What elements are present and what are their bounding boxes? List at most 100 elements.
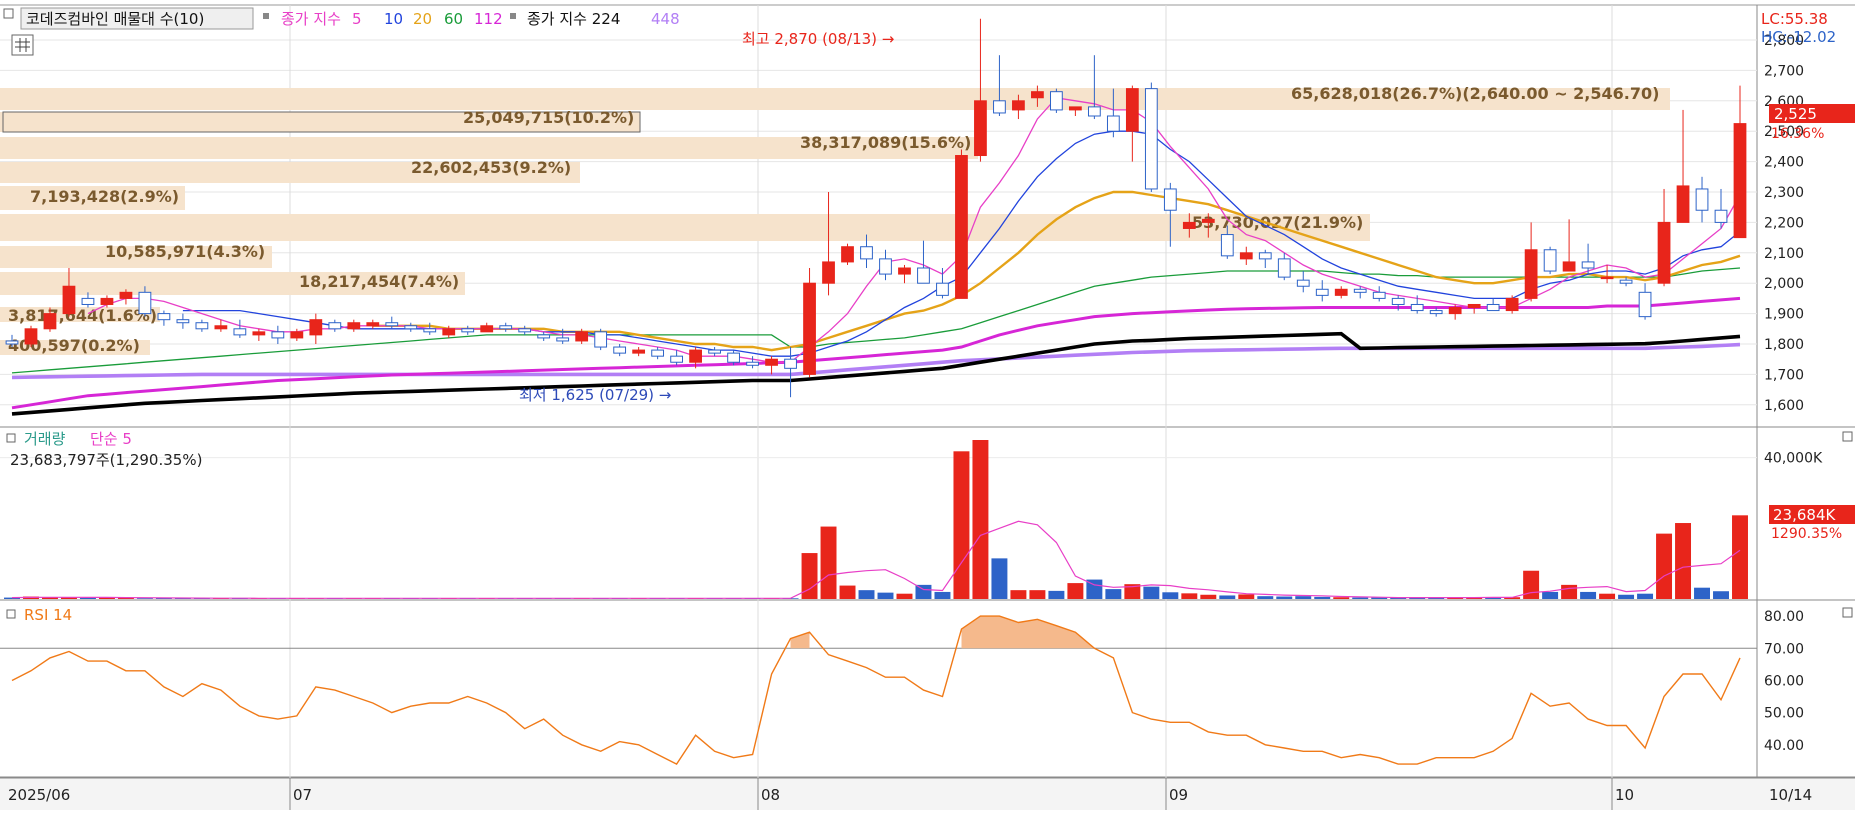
candle-body [43,313,57,330]
price-tick-label: 2,300 [1764,185,1804,201]
candle-body [5,340,19,345]
candle-body [746,361,759,366]
stock-chart[interactable]: 65,628,018(26.7%)(2,640.00 ~ 2,546.70) 25… [0,0,1855,810]
candle-body [62,285,76,315]
ma-legend-period: 10 [384,10,403,28]
candle-body [1695,188,1709,211]
candle-body [1505,297,1519,312]
volume-bar [1295,596,1312,599]
price-tick-label: 2,700 [1764,63,1804,79]
volume-bar [1713,591,1729,599]
volume-bar [1276,596,1293,599]
current-volume: 23,684K [1773,506,1836,524]
candle-body [271,331,285,339]
candle-body [822,261,835,284]
volume-bar [1732,515,1748,599]
lc-label: LC:55.38 [1761,10,1828,28]
table-view-icon[interactable] [11,34,34,56]
candle-body [1163,188,1177,211]
volume-profile-label: 3,817,644(1.6%) [8,306,157,325]
price-tick-label: 1,900 [1764,307,1804,323]
volume-profile-label: 22,602,453(9.2%) [411,158,571,177]
candle-body [442,328,456,336]
candle-body [1467,303,1481,309]
candle-body [176,319,190,324]
candle-body [575,331,589,342]
candle-body [860,246,873,260]
volume-profile-label: 7,193,428(2.9%) [30,187,179,206]
volume-bar [1561,584,1578,599]
candle-body [879,258,892,275]
candle-body [594,331,608,348]
rsi-title: RSI 14 [24,606,72,624]
candle-body [1182,221,1196,229]
volume-profile-label: 53,730,027(21.9%) [1192,213,1363,232]
close-volume-icon[interactable] [1842,431,1853,442]
volume-bar [1219,595,1236,599]
volume-bar [1143,586,1160,599]
candle-body [1201,218,1215,223]
candle-body [480,325,494,333]
ma-legend-period: 112 [474,10,503,28]
candle-body [1315,288,1329,296]
candle-body [556,337,570,342]
volume-bar [1542,591,1559,599]
volume-bar [1675,523,1692,599]
candle-body [518,328,532,333]
date-label: 10/14 [1769,786,1812,804]
candle-body [708,349,721,354]
candle-body [689,349,702,363]
candle-body [841,246,854,263]
low-marker: 최저 1,625 (07/29) → [519,386,671,404]
high-marker: 최고 2,870 (08/13) → [742,30,894,48]
legend-bullet [263,13,269,19]
volume-profile-label: 18,217,454(7.4%) [299,272,459,291]
candle-body [195,322,209,330]
candle-body [461,328,475,333]
candle-body [613,346,627,354]
volume-bar [1067,583,1084,599]
rsi-collapse-icon[interactable] [6,609,16,619]
volume-profile-label: 65,628,018(26.7%)(2,640.00 ~ 2,546.70) [1291,84,1659,103]
candle-body [1068,106,1082,111]
date-label: 10 [1615,786,1634,804]
candle-body [1296,279,1310,287]
candle-body [1012,100,1025,111]
candle-body [157,313,171,321]
volume-bar [1580,591,1597,599]
close-rsi-icon[interactable] [1842,607,1853,618]
candle-body [24,328,38,345]
candle-body [917,267,930,284]
volume-bar [1637,593,1654,599]
candle-body [366,322,380,327]
candle-body [1562,261,1576,272]
candle-body [898,267,911,275]
volume-collapse-icon[interactable] [6,433,16,443]
candle-body [1334,288,1348,296]
price-tick-label: 2,100 [1764,246,1804,262]
candle-body [252,331,266,336]
volume-bar [896,593,913,599]
candle-body [328,322,342,330]
candle-body [1258,252,1272,260]
candle-body [1676,185,1690,223]
candle-body [803,282,816,375]
candle-body [1220,234,1234,257]
candle-body [385,322,399,327]
rsi-tick-label: 80.00 [1764,609,1804,625]
volume-bar [136,598,153,599]
candle-body [1239,252,1253,260]
candle-body [1733,123,1747,239]
candle-body [119,291,133,299]
ma-legend-period: 5 [352,10,362,28]
volume-title: 거래량 [24,430,66,448]
candle-body [1619,279,1633,284]
rsi-tick-label: 40.00 [1764,738,1804,754]
candle-body [138,291,152,315]
volume-bar [1200,594,1217,599]
volume-bar [1010,590,1027,599]
candle-body [1410,303,1424,312]
volume-bar [1694,587,1710,599]
panel-collapse-icon[interactable] [3,8,14,19]
date-axis-bar [0,778,1855,810]
